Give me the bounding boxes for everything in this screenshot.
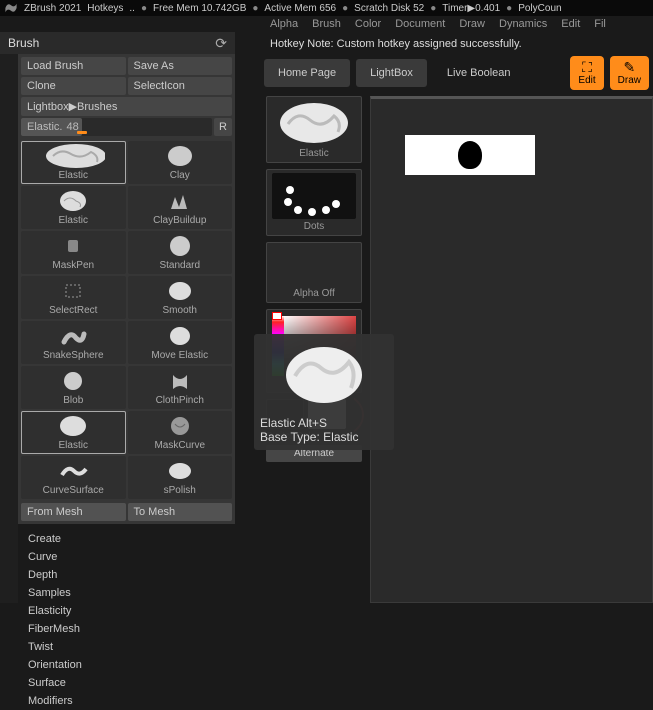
submenu-samples[interactable]: Samples xyxy=(28,584,235,602)
tab-live-boolean[interactable]: Live Boolean xyxy=(433,59,525,87)
menu-brush[interactable]: Brush xyxy=(312,18,341,30)
tab-row: Home Page LightBox Live Boolean ⛶Edit ✎D… xyxy=(260,50,653,96)
brush-elastic-2[interactable]: Elastic xyxy=(21,186,126,229)
current-brush-card[interactable]: Elastic xyxy=(266,96,362,163)
brain-icon xyxy=(274,100,354,146)
brush-maskcurve[interactable]: MaskCurve xyxy=(128,411,233,454)
brush-standard[interactable]: Standard xyxy=(128,231,233,274)
submenu-orientation[interactable]: Orientation xyxy=(28,656,235,674)
select-icon-button[interactable]: SelectIcon xyxy=(128,77,233,95)
menu-bar: Alpha Brush Color Document Draw Dynamics… xyxy=(0,16,653,32)
brain-icon xyxy=(58,189,88,213)
polycount: PolyCoun xyxy=(518,3,561,14)
brush-maskpen[interactable]: MaskPen xyxy=(21,231,126,274)
submenu-elasticity[interactable]: Elasticity xyxy=(28,602,235,620)
brain-icon xyxy=(58,414,88,438)
brush-selectrect[interactable]: SelectRect xyxy=(21,276,126,319)
brush-submenu-list: Create Curve Depth Samples Elasticity Fi… xyxy=(18,524,235,710)
dots-icon xyxy=(274,176,354,216)
menu-color[interactable]: Color xyxy=(355,18,381,30)
submenu-surface[interactable]: Surface xyxy=(28,674,235,692)
claybuildup-icon xyxy=(165,189,195,213)
menu-edit[interactable]: Edit xyxy=(561,18,580,30)
app-name: ZBrush 2021 xyxy=(24,3,81,14)
lightbox-brushes-button[interactable]: Lightbox▶Brushes xyxy=(21,97,232,116)
brush-grid: Elastic Clay Elastic ClayBuildup MaskPen xyxy=(21,141,232,499)
canvas-document xyxy=(405,135,535,175)
move-elastic-icon xyxy=(165,324,195,348)
brush-snakesphere[interactable]: SnakeSphere xyxy=(21,321,126,364)
panel-title: Brush xyxy=(8,36,39,50)
active-mem: Active Mem 656 xyxy=(264,3,336,14)
alpha-card[interactable]: Alpha Off xyxy=(266,242,362,303)
clone-button[interactable]: Clone xyxy=(21,77,126,95)
brain-icon xyxy=(41,142,105,170)
reload-icon[interactable]: ⟳ xyxy=(215,35,227,52)
free-mem: Free Mem 10.742GB xyxy=(153,3,246,14)
brush-elastic-3[interactable]: Elastic xyxy=(21,411,126,454)
brush-panel: Load Brush Save As Clone SelectIcon Ligh… xyxy=(18,54,235,524)
to-mesh-button[interactable]: To Mesh xyxy=(128,503,233,521)
snakesphere-icon xyxy=(58,324,88,348)
left-rail xyxy=(0,54,18,603)
menu-file[interactable]: Fil xyxy=(594,18,606,30)
maskcurve-icon xyxy=(165,414,195,438)
blob-icon xyxy=(58,369,88,393)
edit-button[interactable]: ⛶Edit xyxy=(570,56,603,90)
stroke-card[interactable]: Dots xyxy=(266,169,362,236)
tab-home[interactable]: Home Page xyxy=(264,59,350,87)
canvas[interactable] xyxy=(370,96,653,603)
edit-icon: ⛶ xyxy=(582,60,592,74)
menu-dynamics[interactable]: Dynamics xyxy=(499,18,547,30)
brush-elastic[interactable]: Elastic xyxy=(21,141,126,184)
load-brush-button[interactable]: Load Brush xyxy=(21,57,126,75)
title-bar: ZBrush 2021 Hotkeys .. ●Free Mem 10.742G… xyxy=(0,0,653,16)
brush-smooth[interactable]: Smooth xyxy=(128,276,233,319)
timer: Timer▶0.401 xyxy=(442,3,500,14)
tooltip-base: Base Type: Elastic xyxy=(260,430,388,444)
submenu-create[interactable]: Create xyxy=(28,530,235,548)
save-as-button[interactable]: Save As xyxy=(128,57,233,75)
draw-button[interactable]: ✎Draw xyxy=(610,56,649,90)
menu-document[interactable]: Document xyxy=(395,18,445,30)
draw-icon: ✎ xyxy=(623,60,635,74)
brush-move-elastic[interactable]: Move Elastic xyxy=(128,321,233,364)
submenu-curve[interactable]: Curve xyxy=(28,548,235,566)
brain-icon xyxy=(279,340,369,410)
brush-tooltip: Elastic Alt+S Base Type: Elastic xyxy=(254,334,394,450)
submenu-fibermesh[interactable]: FiberMesh xyxy=(28,620,235,638)
hotkeys-label: Hotkeys xyxy=(87,3,123,14)
clothpinch-icon xyxy=(165,369,195,393)
brush-panel-header: Brush ⟳ xyxy=(0,32,235,54)
maskpen-icon xyxy=(58,234,88,258)
menu-draw[interactable]: Draw xyxy=(459,18,485,30)
standard-icon xyxy=(165,234,195,258)
smooth-icon xyxy=(165,279,195,303)
curvesurface-icon xyxy=(58,461,88,481)
tooltip-title: Elastic Alt+S xyxy=(260,416,388,430)
submenu-modifiers[interactable]: Modifiers xyxy=(28,692,235,710)
brush-blob[interactable]: Blob xyxy=(21,366,126,409)
spolish-icon xyxy=(165,461,195,481)
elastic-slider[interactable]: Elastic. 48 xyxy=(21,118,212,136)
tab-lightbox[interactable]: LightBox xyxy=(356,59,427,87)
brush-cursor-icon xyxy=(458,141,482,169)
brush-curvesurface[interactable]: CurveSurface xyxy=(21,456,126,499)
zbrush-logo-icon xyxy=(4,1,18,15)
brush-clothpinch[interactable]: ClothPinch xyxy=(128,366,233,409)
brush-clay[interactable]: Clay xyxy=(128,141,233,184)
submenu-depth[interactable]: Depth xyxy=(28,566,235,584)
brush-spolish[interactable]: sPolish xyxy=(128,456,233,499)
r-button[interactable]: R xyxy=(214,118,232,136)
submenu-twist[interactable]: Twist xyxy=(28,638,235,656)
from-mesh-button[interactable]: From Mesh xyxy=(21,503,126,521)
clay-icon xyxy=(165,144,195,168)
selectrect-icon xyxy=(58,279,88,303)
brush-claybuildup[interactable]: ClayBuildup xyxy=(128,186,233,229)
scratch-disk: Scratch Disk 52 xyxy=(354,3,424,14)
menu-alpha[interactable]: Alpha xyxy=(270,18,298,30)
